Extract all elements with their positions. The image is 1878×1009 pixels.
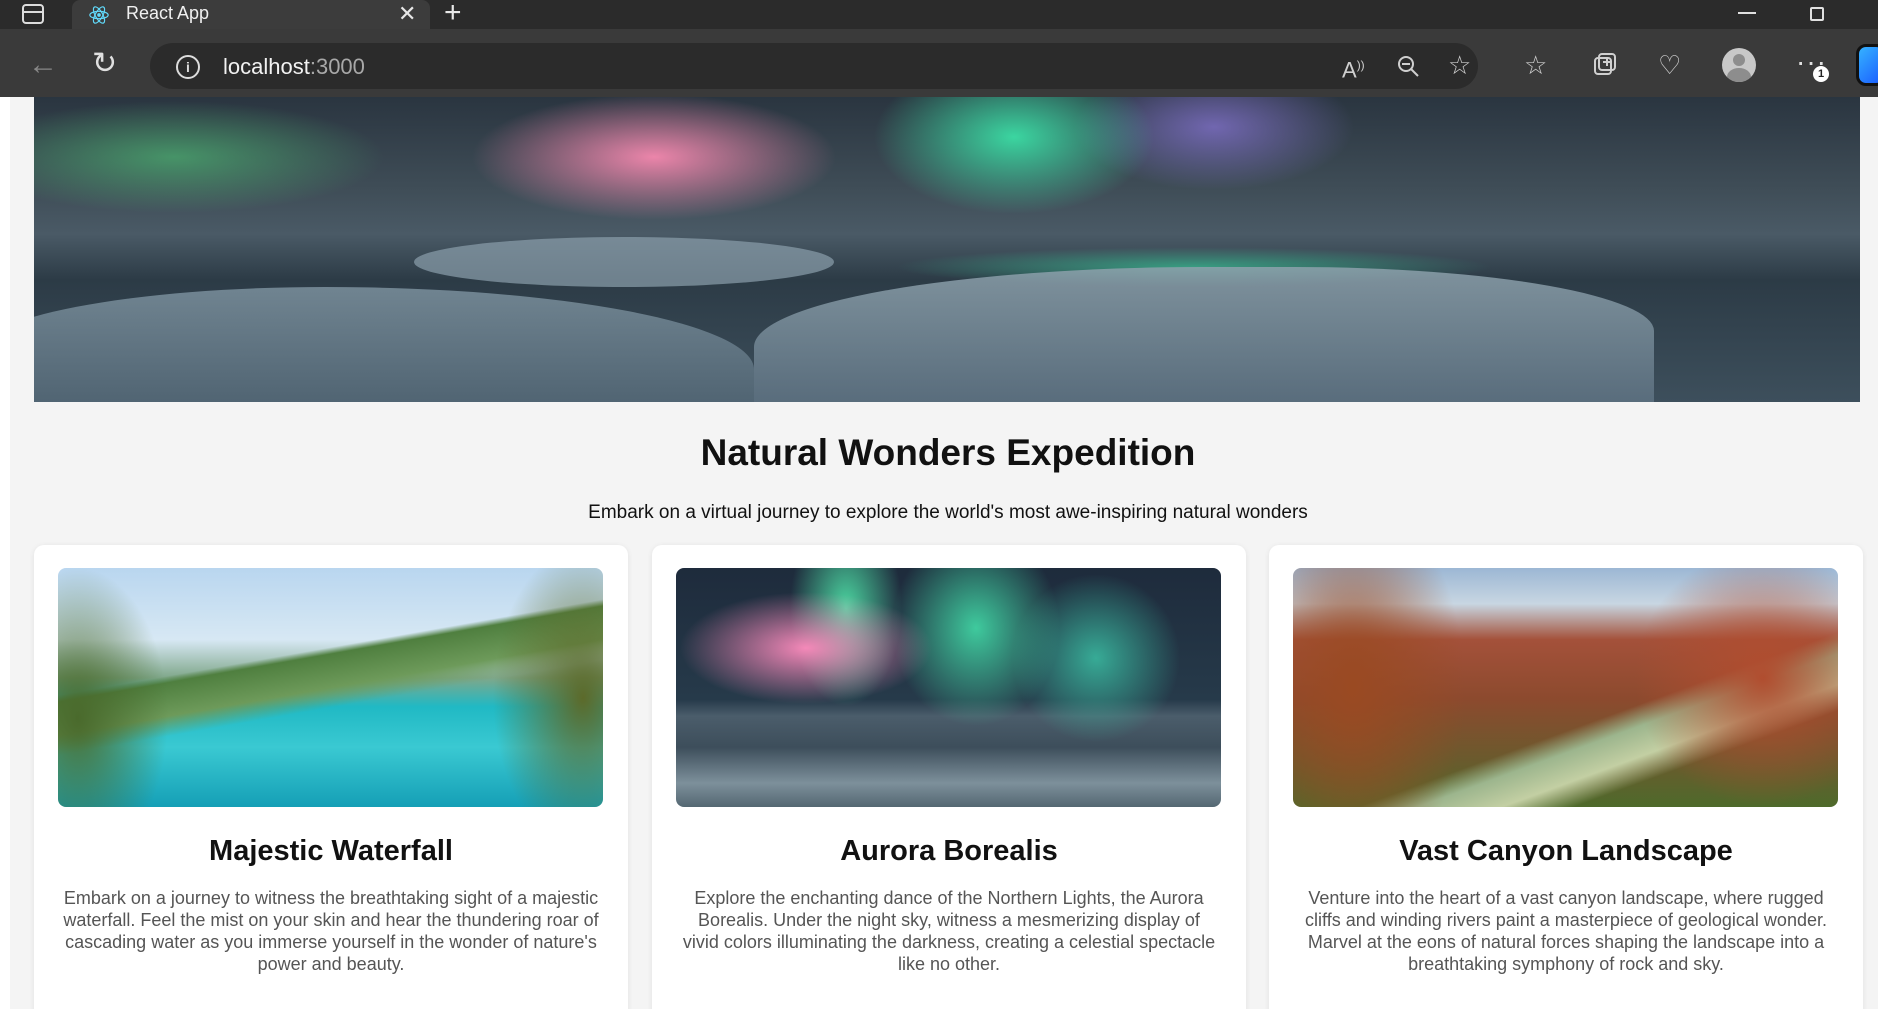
favorites-icon[interactable]: ☆: [1524, 50, 1547, 80]
card-title: Aurora Borealis: [840, 835, 1058, 867]
page-title: Natural Wonders Expedition: [700, 432, 1196, 473]
url-port: :3000: [309, 54, 365, 79]
page-subtitle: Embark on a virtual journey to explore t…: [588, 502, 1308, 523]
notification-badge: 1: [1813, 66, 1829, 82]
browser-tab-bar: React App ✕ +: [0, 0, 1878, 29]
copilot-icon[interactable]: [1856, 44, 1878, 86]
card-image: [1293, 568, 1838, 807]
card-majestic-waterfall: Majestic Waterfall Embark on a journey t…: [34, 545, 628, 1009]
restore-window-icon[interactable]: [1810, 7, 1824, 21]
page-edge: [0, 97, 10, 1009]
url-host: localhost: [223, 54, 310, 79]
minimize-window-icon[interactable]: [1738, 12, 1756, 14]
new-tab-icon[interactable]: +: [444, 0, 462, 28]
card-description: Explore the enchanting dance of the Nort…: [682, 888, 1216, 974]
collections-icon[interactable]: [1592, 52, 1618, 78]
reload-icon[interactable]: ↻: [92, 49, 117, 79]
card-title: Vast Canyon Landscape: [1399, 835, 1733, 867]
tab-actions-icon[interactable]: [22, 4, 44, 24]
hero-ice-floe: [34, 287, 754, 402]
card-title: Majestic Waterfall: [209, 835, 453, 867]
card-vast-canyon-landscape: Vast Canyon Landscape Venture into the h…: [1269, 545, 1863, 1009]
browser-essentials-icon[interactable]: ♡: [1658, 50, 1681, 80]
hero-ice-floe: [754, 267, 1654, 402]
zoom-out-icon[interactable]: [1396, 54, 1420, 78]
card-image: [676, 568, 1221, 807]
browser-tab[interactable]: React App ✕: [72, 0, 430, 29]
card-aurora-borealis: Aurora Borealis Explore the enchanting d…: [652, 545, 1246, 1009]
react-favicon-icon: [89, 6, 109, 24]
card-description: Embark on a journey to witness the breat…: [63, 888, 599, 974]
read-aloud-icon[interactable]: A)): [1342, 50, 1365, 85]
hero-ice-floe: [414, 237, 834, 287]
hero-banner-image: [34, 97, 1860, 402]
url-text[interactable]: localhost:3000: [223, 54, 365, 80]
card-image: [58, 568, 603, 807]
tab-title: React App: [126, 3, 210, 23]
back-arrow-icon[interactable]: ←: [28, 50, 58, 80]
card-description: Venture into the heart of a vast canyon …: [1305, 888, 1827, 974]
add-favorite-icon[interactable]: ☆: [1448, 50, 1471, 80]
tab-close-icon[interactable]: ✕: [398, 1, 416, 27]
profile-icon[interactable]: [1722, 48, 1756, 82]
info-icon[interactable]: i: [176, 55, 200, 79]
